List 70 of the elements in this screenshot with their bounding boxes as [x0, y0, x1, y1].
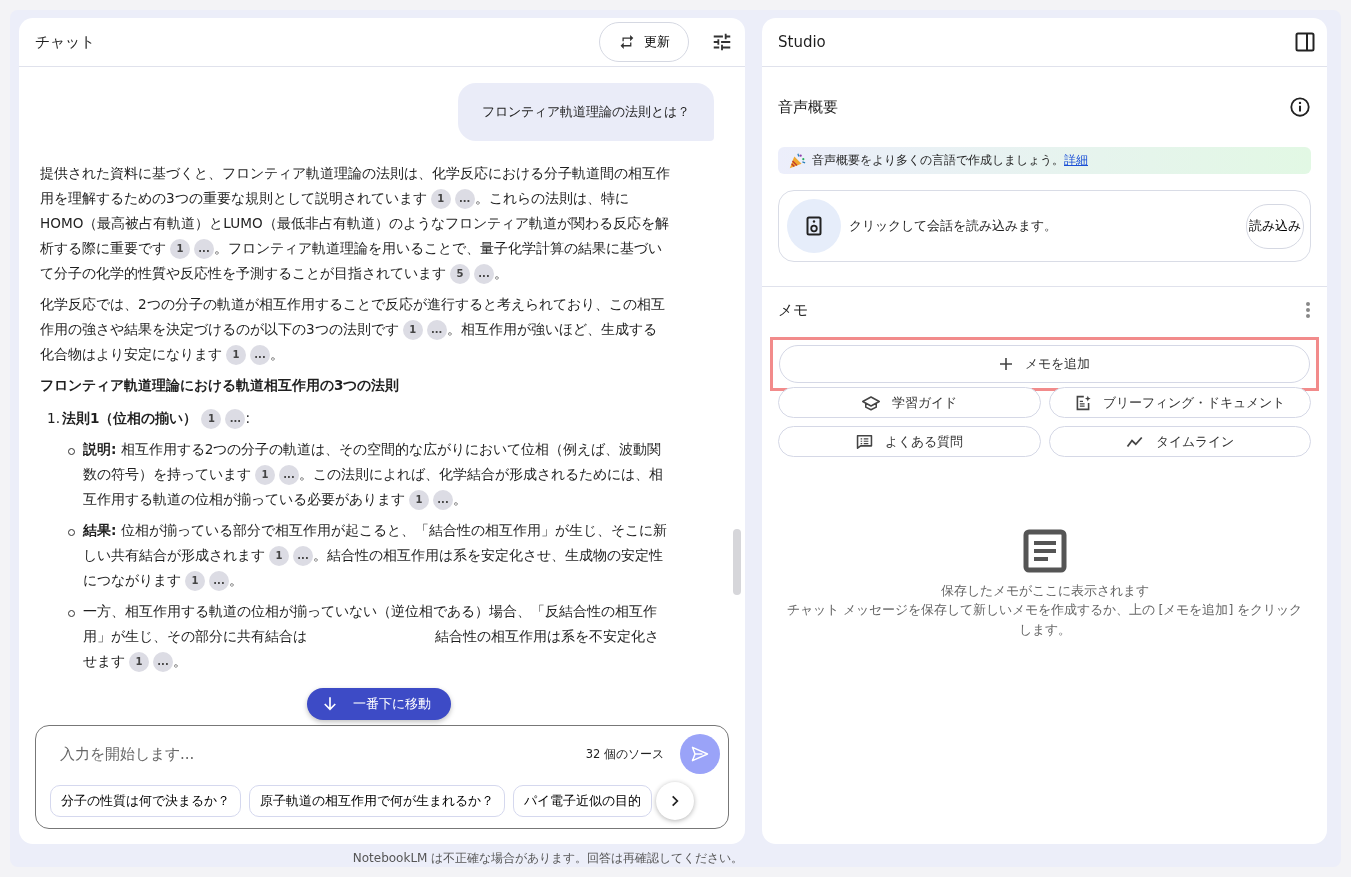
- section-title: 音声概要: [778, 97, 838, 117]
- more-icon[interactable]: [1305, 301, 1311, 319]
- user-message: フロンティア軌道理論の法則とは？: [458, 83, 714, 141]
- refresh-icon: [618, 33, 636, 51]
- suggestion-chip[interactable]: パイ電子近似の目的: [513, 785, 652, 817]
- citation-chip[interactable]: 1: [226, 345, 246, 365]
- empty-state-title: 保存したメモがここに表示されます: [940, 583, 1149, 600]
- source-count: 32 個のソース: [585, 746, 664, 762]
- citation-chip[interactable]: ...: [293, 546, 313, 566]
- info-icon[interactable]: [1289, 96, 1311, 118]
- graduation-cap-icon: [861, 394, 880, 411]
- panel-toggle-icon[interactable]: [1295, 32, 1315, 52]
- send-icon: [690, 744, 710, 764]
- note-tool-button[interactable]: 学習ガイド: [778, 387, 1041, 418]
- refresh-button[interactable]: 更新: [599, 22, 689, 62]
- note-tool-button[interactable]: よくある質問: [778, 426, 1041, 457]
- citation-chip[interactable]: 1: [129, 652, 149, 672]
- citation-chip[interactable]: ...: [250, 345, 270, 365]
- document-sparkle-icon: [1074, 394, 1091, 411]
- answer-paragraph: 化学反応では、2つの分子の軌道が相互作用することで反応が進行すると考えられており、この相互作用の強さや結果を決定づけるのが以下の3つの法則です 1 ... 。相互作用が強いほど、生成する化合物はより安定になります 1 ... 。: [40, 292, 670, 367]
- citation-chip[interactable]: 1: [185, 571, 205, 591]
- list-number: 1.: [47, 409, 60, 428]
- section-title: メモ: [778, 300, 808, 320]
- note-tool-button[interactable]: タイムライン: [1048, 426, 1311, 457]
- note-icon: [1022, 529, 1067, 573]
- citation-chip[interactable]: ...: [153, 652, 173, 672]
- citation-chip[interactable]: 1: [402, 320, 423, 340]
- details-link[interactable]: 詳細: [1064, 153, 1088, 167]
- send-button[interactable]: [680, 734, 720, 774]
- answer-paragraph: 説明: 相互作用する2つの分子の軌道は、その空間的な広がりにおいて位相（例えば、波動関数の符号）を持っています 1 ... 。この法則によれば、化学結合が形成されるためには、相互作用する軌道の位相が揃っている必要があります 1 ... 。: [83, 437, 670, 512]
- trend-line-icon: [1125, 434, 1144, 449]
- panel-title: チャット: [35, 32, 95, 52]
- citation-chip[interactable]: ...: [209, 571, 229, 591]
- settings-icon[interactable]: [711, 31, 733, 53]
- citation-chip[interactable]: 1: [170, 239, 190, 259]
- answer-paragraph: 結果: 位相が揃っている部分で相互作用が起こると、「結合性の相互作用」が生じ、そこに新しい共有結合が形成されます 1 ... 。結合性の相互作用は系を安定化させ、生成物の安定性につながります 1 ... 。: [83, 518, 670, 593]
- jump-to-bottom-button[interactable]: 一番下に移動: [307, 688, 451, 720]
- citation-chip[interactable]: 5: [450, 264, 470, 284]
- citation-chip[interactable]: ...: [426, 320, 447, 340]
- scrollbar[interactable]: [733, 529, 741, 595]
- answer-paragraph: 法則1（位相の揃い） 1 ... :: [62, 406, 251, 431]
- note-tool-button[interactable]: ブリーフィング・ドキュメント: [1048, 387, 1311, 418]
- banner-text: 音声概要をより多くの言語で作成しましょう。詳細: [812, 153, 1088, 168]
- disclaimer-text: NotebookLM は不正確な場合があります。回答は再確認してください。: [351, 850, 745, 867]
- suggestion-chip[interactable]: 原子軌道の相互作用で何が生まれるか？: [249, 785, 505, 817]
- audio-card-text: クリックして会話を読み込みます。: [849, 217, 1057, 235]
- citation-chip[interactable]: 1: [201, 409, 222, 429]
- answer-heading: フロンティア軌道理論における軌道相互作用の3つの法則: [40, 376, 401, 395]
- citation-chip[interactable]: 1: [255, 465, 275, 485]
- citation-chip[interactable]: 1: [430, 189, 451, 209]
- citation-chip[interactable]: 1: [409, 490, 429, 510]
- add-note-button[interactable]: メモを追加: [779, 345, 1310, 383]
- arrow-down-icon: [321, 695, 339, 713]
- empty-state-text: チャット メッセージを保存して新しいメモを作成するか、上の [メモを追加] をクリックします。: [785, 601, 1304, 639]
- speaker-icon: [787, 199, 841, 253]
- chat-list-icon: [855, 433, 873, 450]
- party-popper-icon: [788, 151, 806, 170]
- load-button[interactable]: 読み込み: [1246, 203, 1304, 249]
- suggestion-chip[interactable]: 分子の性質は何で決まるか？: [50, 785, 241, 817]
- answer-paragraph: 一方、相互作用する軌道の位相が揃っていない（逆位相である）場合、「反結合性の相互作用」が生じ、その部分に共有結合は 結合性の相互作用は系を不安定化させます 1 ... 。: [83, 599, 670, 674]
- citation-chip[interactable]: 1: [269, 546, 289, 566]
- citation-chip[interactable]: ...: [194, 239, 214, 259]
- panel-title: Studio: [778, 33, 826, 51]
- citation-chip[interactable]: ...: [454, 189, 475, 209]
- citation-chip[interactable]: ...: [433, 490, 453, 510]
- citation-chip[interactable]: ...: [225, 409, 246, 429]
- citation-chip[interactable]: ...: [474, 264, 494, 284]
- citation-chip[interactable]: ...: [279, 465, 299, 485]
- answer-paragraph: 提供された資料に基づくと、フロンティア軌道理論の法則は、化学反応における分子軌道間の相互作用を理解するための3つの重要な規則として説明されています 1 ... 。これらの法則は、特にHOMO（最高被占有軌道）とLUMO（最低非占有軌道）のようなフロンティア軌道が関わる反応を解析する際に重要です 1 ... 。フロンティア軌道理論を用いることで、量子化学計算の結果に基づいて分子の化学的性質や反応性を予測することが目指されています 5 ... 。: [40, 161, 670, 286]
- plus-icon: [999, 357, 1013, 371]
